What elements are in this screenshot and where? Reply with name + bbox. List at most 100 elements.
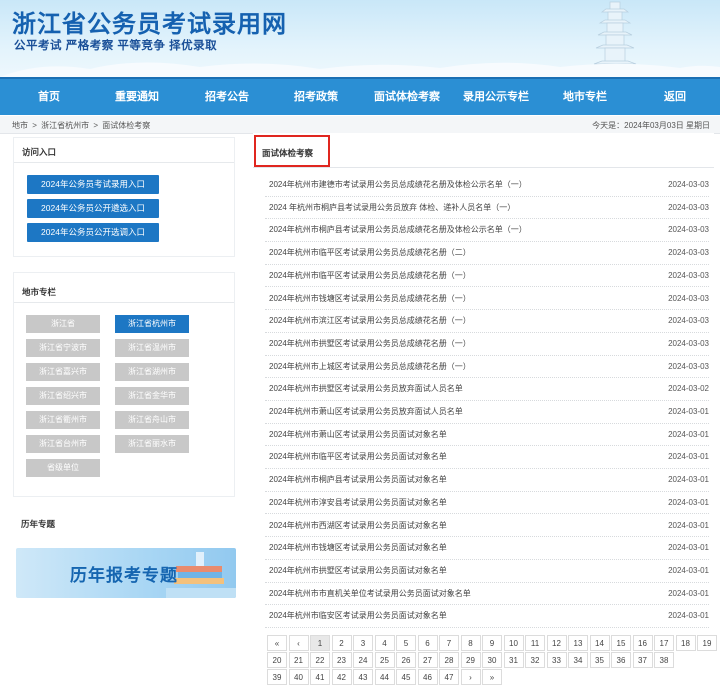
list-item-title[interactable]: 2024年杭州市建德市考试录用公务员总成绩花名册及体检公示名单（一） <box>269 174 527 196</box>
page-button[interactable]: 16 <box>632 635 653 651</box>
page-button[interactable]: 41 <box>310 669 330 685</box>
page-button[interactable]: 22 <box>310 652 330 668</box>
list-item[interactable]: 2024年杭州市拱墅区考试录用公务员总成绩花名册（一） 2024-03-03 <box>265 333 709 356</box>
page-button[interactable]: 4 <box>374 635 395 651</box>
nav-item-home[interactable]: 首页 <box>22 79 76 115</box>
list-item[interactable]: 2024年杭州市钱塘区考试录用公务员面试对象名单 2024-03-01 <box>265 537 709 560</box>
page-button[interactable]: 34 <box>568 652 588 668</box>
list-item-title[interactable]: 2024年杭州市临安区考试录用公务员面试对象名单 <box>269 605 447 627</box>
page-button[interactable]: 19 <box>697 635 717 651</box>
page-button[interactable]: 45 <box>396 669 416 685</box>
list-item[interactable]: 2024年杭州市西湖区考试录用公务员面试对象名单 2024-03-01 <box>265 515 709 538</box>
history-banner[interactable]: 历年报考专题 <box>16 548 236 598</box>
list-item-title[interactable]: 2024年杭州市拱墅区考试录用公务员总成绩花名册（一） <box>269 333 471 355</box>
page-button[interactable]: 39 <box>267 669 287 685</box>
list-item[interactable]: 2024年杭州市拱墅区考试录用公务员放弃面试人员名单 2024-03-02 <box>265 378 709 401</box>
city-button[interactable]: 浙江省绍兴市 <box>26 387 100 405</box>
city-button[interactable]: 浙江省丽水市 <box>115 435 189 453</box>
page-button[interactable]: 43 <box>353 669 373 685</box>
page-button[interactable]: 28 <box>439 652 459 668</box>
list-item-title[interactable]: 2024年杭州市上城区考试录用公务员总成绩花名册（一） <box>269 356 471 378</box>
list-item-title[interactable]: 2024年杭州市钱塘区考试录用公务员总成绩花名册（一） <box>269 288 471 310</box>
list-item-title[interactable]: 2024年杭州市萧山区考试录用公务员放弃面试人员名单 <box>269 401 463 423</box>
list-item-title[interactable]: 2024 年杭州市桐庐县考试录用公务员放弃 体检、递补人员名单（一） <box>269 197 515 219</box>
page-button[interactable]: 42 <box>331 669 352 685</box>
list-item[interactable]: 2024年杭州市临平区考试录用公务员面试对象名单 2024-03-01 <box>265 446 709 470</box>
page-button[interactable]: 47 <box>439 669 459 685</box>
city-button[interactable]: 浙江省 <box>26 315 100 333</box>
city-button[interactable]: 浙江省舟山市 <box>115 411 189 429</box>
page-button[interactable]: 12 <box>546 635 567 651</box>
page-button[interactable]: 20 <box>267 652 287 668</box>
page-button[interactable]: 8 <box>460 635 481 651</box>
page-button[interactable]: 46 <box>417 669 438 685</box>
list-item[interactable]: 2024年杭州市桐庐县考试录用公务员面试对象名单 2024-03-01 <box>265 469 709 492</box>
list-item[interactable]: 2024 年杭州市桐庐县考试录用公务员放弃 体检、递补人员名单（一） 2024-0… <box>265 197 709 220</box>
city-button[interactable]: 浙江省宁波市 <box>26 339 100 357</box>
list-item[interactable]: 2024年杭州市上城区考试录用公务员总成绩花名册（一） 2024-03-03 <box>265 356 709 379</box>
page-button[interactable]: 36 <box>611 652 631 668</box>
city-button[interactable]: 浙江省金华市 <box>115 387 189 405</box>
city-button[interactable]: 浙江省嘉兴市 <box>26 363 100 381</box>
page-button[interactable]: 17 <box>654 635 674 651</box>
entry-button-transfer[interactable]: 2024年公务员公开选调入口 <box>27 223 159 242</box>
page-button[interactable]: 18 <box>675 635 696 651</box>
page-button[interactable]: 23 <box>331 652 352 668</box>
city-button[interactable]: 省级单位 <box>26 459 100 477</box>
entry-button-recruitment[interactable]: 2024年公务员考试录用入口 <box>27 175 159 194</box>
list-item[interactable]: 2024年杭州市拱墅区考试录用公务员面试对象名单 2024-03-01 <box>265 560 709 583</box>
nav-item-cities[interactable]: 地市专栏 <box>552 79 618 115</box>
list-item-title[interactable]: 2024年杭州市拱墅区考试录用公务员放弃面试人员名单 <box>269 378 463 400</box>
page-button[interactable]: 6 <box>417 635 438 651</box>
entry-button-selection[interactable]: 2024年公务员公开遴选入口 <box>27 199 159 218</box>
list-item-title[interactable]: 2024年杭州市钱塘区考试录用公务员面试对象名单 <box>269 537 447 559</box>
city-button[interactable]: 浙江省温州市 <box>115 339 189 357</box>
nav-item-hiring-notice[interactable]: 录用公示专栏 <box>457 79 535 115</box>
list-item[interactable]: 2024年杭州市桐庐县考试录用公务员总成绩花名册及体检公示名单（一） 2024-0… <box>265 219 709 243</box>
nav-item-interview[interactable]: 面试体检考察 <box>368 79 446 115</box>
page-button[interactable]: 5 <box>396 635 416 651</box>
list-item-title[interactable]: 2024年杭州市市直机关单位考试录用公务员面试对象名单 <box>269 583 471 605</box>
list-item[interactable]: 2024年杭州市建德市考试录用公务员总成绩花名册及体检公示名单（一） 2024-0… <box>265 174 709 197</box>
page-button[interactable]: 37 <box>632 652 653 668</box>
list-item-title[interactable]: 2024年杭州市桐庐县考试录用公务员总成绩花名册及体检公示名单（一） <box>269 219 527 241</box>
page-button[interactable]: 44 <box>374 669 395 685</box>
page-button[interactable]: « <box>267 635 287 651</box>
page-button[interactable]: ‹ <box>288 635 309 651</box>
list-item-title[interactable]: 2024年杭州市滨江区考试录用公务员总成绩花名册（一） <box>269 310 471 332</box>
page-button[interactable]: 40 <box>288 669 309 685</box>
breadcrumb-hangzhou[interactable]: 浙江省杭州市 <box>41 121 89 130</box>
city-button[interactable]: 浙江省台州市 <box>26 435 100 453</box>
list-item-title[interactable]: 2024年杭州市桐庐县考试录用公务员面试对象名单 <box>269 469 447 491</box>
page-button[interactable]: 1 <box>310 635 330 651</box>
nav-item-policy[interactable]: 招考政策 <box>283 79 349 115</box>
list-item-title[interactable]: 2024年杭州市拱墅区考试录用公务员面试对象名单 <box>269 560 447 582</box>
page-button[interactable]: 10 <box>503 635 524 651</box>
page-button[interactable]: 38 <box>654 652 674 668</box>
page-button[interactable]: 13 <box>568 635 588 651</box>
page-button[interactable]: 14 <box>589 635 610 651</box>
list-item[interactable]: 2024年杭州市钱塘区考试录用公务员总成绩花名册（一） 2024-03-03 <box>265 288 709 311</box>
page-button[interactable]: 15 <box>611 635 631 651</box>
page-button[interactable]: 30 <box>482 652 502 668</box>
list-item-title[interactable]: 2024年杭州市临平区考试录用公务员总成绩花名册（一） <box>269 265 471 287</box>
list-item[interactable]: 2024年杭州市临平区考试录用公务员总成绩花名册（一） 2024-03-03 <box>265 265 709 288</box>
list-item-title[interactable]: 2024年杭州市萧山区考试录用公务员面试对象名单 <box>269 424 447 446</box>
page-button[interactable]: 21 <box>288 652 309 668</box>
page-button[interactable]: 26 <box>396 652 416 668</box>
list-item[interactable]: 2024年杭州市萧山区考试录用公务员面试对象名单 2024-03-01 <box>265 424 709 447</box>
city-button-active[interactable]: 浙江省杭州市 <box>115 315 189 333</box>
list-item[interactable]: 2024年杭州市萧山区考试录用公务员放弃面试人员名单 2024-03-01 <box>265 401 709 424</box>
page-button[interactable]: 35 <box>589 652 610 668</box>
page-button[interactable]: 33 <box>546 652 567 668</box>
page-button[interactable]: » <box>482 669 502 685</box>
breadcrumb-cities[interactable]: 地市 <box>12 121 28 130</box>
list-item[interactable]: 2024年杭州市临平区考试录用公务员总成绩花名册（二） 2024-03-03 <box>265 242 709 265</box>
page-button[interactable]: 32 <box>525 652 545 668</box>
page-button[interactable]: 11 <box>525 635 545 651</box>
page-button[interactable]: 29 <box>460 652 481 668</box>
page-button[interactable]: 27 <box>417 652 438 668</box>
page-button[interactable]: 25 <box>374 652 395 668</box>
city-button[interactable]: 浙江省湖州市 <box>115 363 189 381</box>
list-item-title[interactable]: 2024年杭州市临平区考试录用公务员总成绩花名册（二） <box>269 242 471 264</box>
